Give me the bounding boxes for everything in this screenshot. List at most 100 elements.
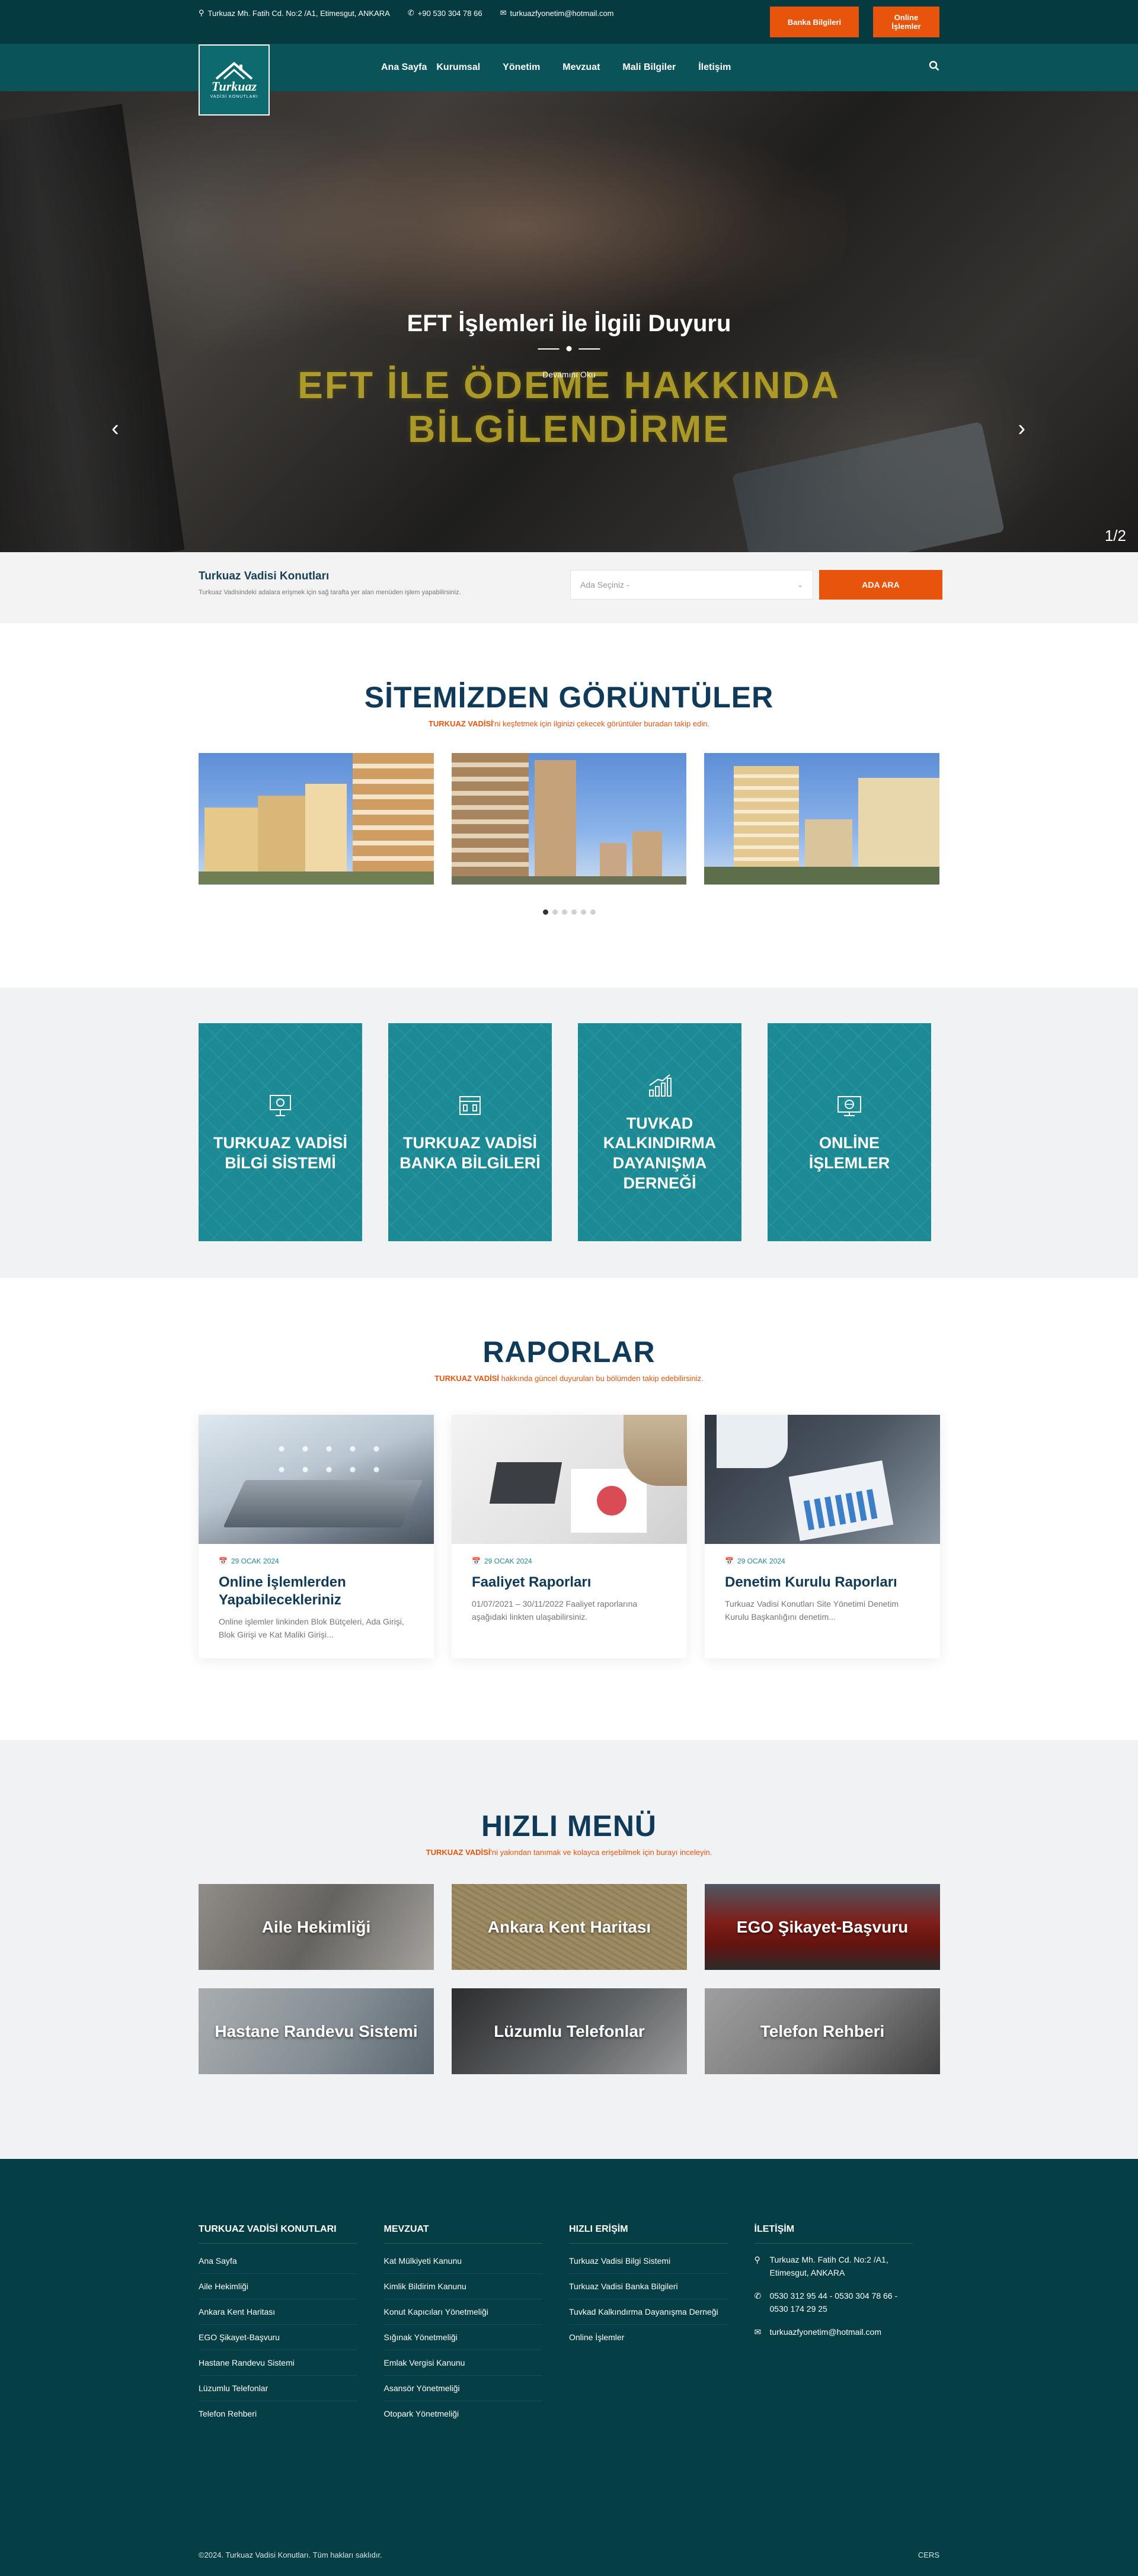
chevron-left-icon[interactable]: ‹ [111,416,119,441]
gallery-image[interactable] [451,753,687,885]
report-date: 📅 29 OCAK 2024 [219,1557,279,1565]
pagination-dot[interactable] [590,909,596,915]
gallery-image[interactable] [199,753,434,885]
feature-tiles-section: TURKUAZ VADİSİ BİLGİ SİSTEMİ TURKUAZ VAD… [0,988,1138,1278]
report-card[interactable]: 📅 29 OCAK 2024 Online İşlemlerden Yapabil… [199,1415,434,1658]
mail-icon: ✉ [500,8,507,17]
tile-association[interactable]: TUVKAD KALKINDIRMA DAYANIŞMA DERNEĞİ [578,1023,741,1241]
footer-email[interactable]: ✉ turkuazfyonetim@hotmail.com [755,2325,913,2338]
nav-item-contact[interactable]: İletişim [698,62,731,73]
phone-icon: ✆ [754,2290,762,2301]
report-image [705,1415,940,1544]
location-pin-icon: ⚲ [754,2255,760,2264]
nav-item-financial[interactable]: Mali Bilgiler [622,62,676,73]
nav-item-home[interactable]: Ana Sayfa [381,62,427,73]
ada-search-button[interactable]: ADA ARA [819,570,942,600]
footer-col-site: TURKUAZ VADİSİ KONUTLARI Ana Sayfa Aile … [199,2224,384,2426]
search-icon[interactable] [929,60,939,75]
footer-link[interactable]: Turkuaz Vadisi Banka Bilgileri [569,2274,728,2299]
report-image [199,1415,434,1544]
footer-phones[interactable]: ✆ 0530 312 95 44 - 0530 304 78 66 - 0530 … [755,2289,913,2316]
footer-link[interactable]: Ankara Kent Haritası [199,2299,357,2325]
quick-menu-section: HIZLI MENÜ TURKUAZ VADİSİ'ni yakından ta… [0,1740,1138,2159]
pagination-dot[interactable] [561,909,567,915]
footer-link[interactable]: Asansör Yönetmeliği [383,2376,542,2401]
footer-link[interactable]: Otopark Yönetmeliği [384,2401,543,2426]
pagination-dot[interactable] [580,909,586,915]
pagination-dot[interactable] [552,909,558,915]
footer-link[interactable]: Turkuaz Vadisi Bilgi Sistemi [569,2248,728,2274]
quick-item-phone-book[interactable]: Telefon Rehberi [705,1988,940,2074]
footer-link[interactable]: Lüzumlu Telefonlar [199,2376,357,2401]
chevron-right-icon[interactable]: › [1018,416,1025,441]
quick-item-city-map[interactable]: Ankara Kent Haritası [452,1884,687,1970]
gallery-section: SİTEMİZDEN GÖRÜNTÜLER TURKUAZ VADİSİ'ni … [0,623,1138,988]
gallery-image[interactable] [704,753,940,885]
nav-item-management[interactable]: Yönetim [503,62,540,73]
report-excerpt: 01/07/2021 – 30/11/2022 Faaliyet raporla… [472,1599,638,1622]
footer-link[interactable]: Aile Hekimliği [199,2274,357,2299]
nav-item-legislation[interactable]: Mevzuat [562,62,600,73]
nav-item-corporate[interactable]: Kurumsal [436,62,480,73]
logo-subtitle: VADİSİ KONUTLARI [210,95,258,99]
copyright-text: ©2024. Turkuaz Vadisi Konutları. Tüm hak… [199,2551,382,2559]
calendar-icon: 📅 [219,1557,228,1565]
footer-link[interactable]: Konut Kapıcıları Yönetmeliği [383,2299,542,2325]
topbar-phone[interactable]: ✆ +90 530 304 78 66 [408,8,482,18]
bank-info-button[interactable]: Banka Bilgileri [770,7,859,37]
ada-search-bar: Turkuaz Vadisi Konutları Turkuaz Vadisin… [0,552,1138,623]
report-title[interactable]: Denetim Kurulu Raporları [725,1574,920,1591]
phone-icon: ✆ [407,8,414,17]
location-pin-icon: ⚲ [199,8,204,17]
footer-link[interactable]: Online İşlemler [569,2325,728,2350]
footer-link[interactable]: Ana Sayfa [199,2248,357,2274]
footer-link[interactable]: EGO Şikayet-Başvuru [199,2325,357,2350]
footer-address: ⚲ Turkuaz Mh. Fatih Cd. No:2 /A1, Etimesg… [755,2253,913,2280]
tile-info-system[interactable]: TURKUAZ VADİSİ BİLGİ SİSTEMİ [199,1023,362,1241]
credit-link[interactable]: CERS [918,2551,939,2559]
calendar-icon: 📅 [472,1557,481,1565]
footer-col-legislation: MEVZUAT Kat Mülkiyeti Kanunu Kimlik Bild… [383,2224,570,2426]
report-excerpt: Online işlemler linkinden Blok Bütçeleri… [219,1617,404,1640]
report-date: 📅 29 OCAK 2024 [472,1557,532,1565]
pagination-dot[interactable] [571,909,577,915]
footer-link[interactable]: Telefon Rehberi [199,2401,357,2426]
hero-slider: EFT İLE ÖDEME HAKKINDA BİLGİLENDİRME EFT… [0,91,1138,552]
chart-icon [649,1074,672,1097]
logo-name: Turkuaz [211,79,257,94]
quick-item-hospital-appointment[interactable]: Hastane Randevu Sistemi [199,1988,434,2074]
report-title[interactable]: Faaliyet Raporları [472,1574,667,1591]
footer-col-quick-access: HIZLI ERİŞİM Turkuaz Vadisi Bilgi Sistem… [569,2224,755,2426]
footer-link[interactable]: Kimlik Bildirim Kanunu [383,2274,542,2299]
topbar-email[interactable]: ✉ turkuazfyonetim@hotmail.com [500,8,614,18]
read-more-link[interactable]: Devamını Oku [0,370,1138,379]
report-card[interactable]: 📅 29 OCAK 2024 Faaliyet Raporları 01/07/2… [452,1415,687,1658]
roof-logo-icon [215,62,253,80]
site-logo[interactable]: Turkuaz VADİSİ KONUTLARI [199,44,270,116]
hero-divider [538,346,600,351]
gallery-subtitle: TURKUAZ VADİSİ'ni keşfetmek için ilginiz… [428,719,710,728]
quick-item-family-doctor[interactable]: Aile Hekimliği [199,1884,434,1970]
quick-item-ego-complaint[interactable]: EGO Şikayet-Başvuru [705,1884,940,1970]
footer-link[interactable]: Tuvkad Kalkındırma Dayanışma Derneği [569,2299,728,2325]
quick-menu-subtitle: TURKUAZ VADİSİ'ni yakından tanımak ve ko… [426,1848,712,1857]
footer-link[interactable]: Hastane Randevu Sistemi [199,2350,357,2376]
quick-item-useful-phones[interactable]: Lüzumlu Telefonlar [452,1988,687,2074]
footer-link[interactable]: Sığınak Yönetmeliği [383,2325,542,2350]
ada-select[interactable]: Ada Seçiniz - ⌄ [570,570,813,600]
report-title[interactable]: Online İşlemlerden Yapabilecekleriniz [219,1574,414,1609]
hero-title: EFT İşlemleri İle İlgili Duyuru [407,310,731,337]
tile-bank-info[interactable]: TURKUAZ VADİSİ BANKA BİLGİLERİ [388,1023,552,1241]
reports-subtitle: TURKUAZ VADİSİ hakkında güncel duyurular… [434,1374,704,1383]
report-card[interactable]: 📅 29 OCAK 2024 Denetim Kurulu Raporları T… [705,1415,940,1658]
online-operations-button[interactable]: Online İşlemler [873,7,939,37]
tile-online-operations[interactable]: ONLİNE İŞLEMLER [768,1023,931,1241]
footer-link[interactable]: Emlak Vergisi Kanunu [383,2350,542,2376]
nav-menu: Ana Sayfa Kurumsal Yönetim Mevzuat Mali … [381,62,753,73]
footer-col-contact: İLETİŞİM ⚲ Turkuaz Mh. Fatih Cd. No:2 /A1… [754,2224,940,2426]
slide-counter: 1/2 [1104,527,1126,544]
footer-link[interactable]: Kat Mülkiyeti Kanunu [383,2248,542,2274]
search-bar-title: Turkuaz Vadisi Konutları [199,570,330,582]
pagination-dot[interactable] [542,909,548,915]
calendar-icon: 📅 [725,1557,734,1565]
